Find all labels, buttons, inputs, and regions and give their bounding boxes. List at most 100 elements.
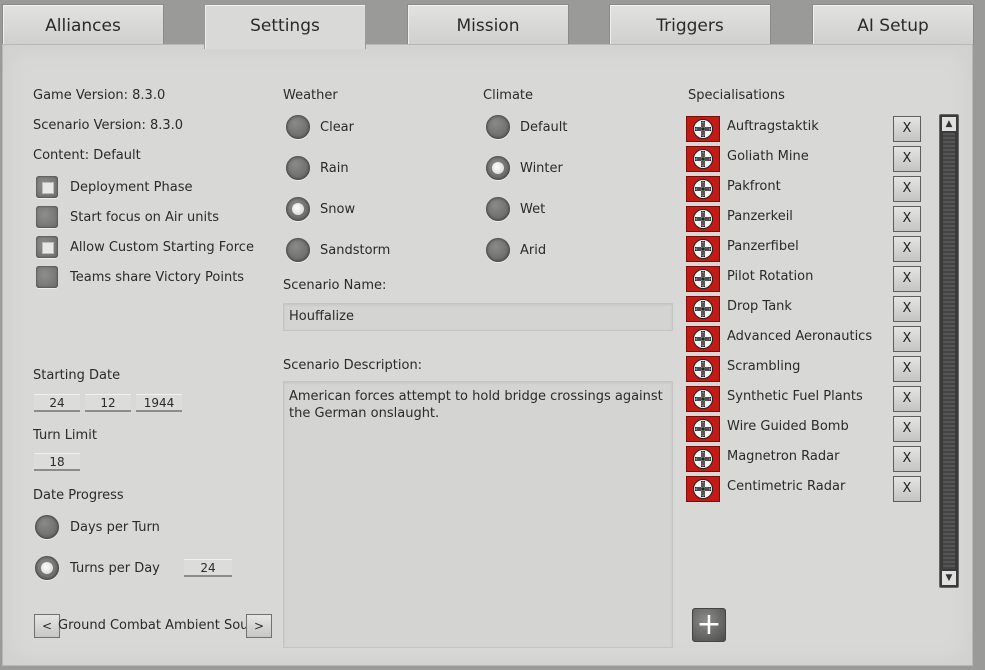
- weather-sandstorm-label: Sandstorm: [320, 243, 391, 258]
- tab-settings[interactable]: Settings: [204, 4, 366, 49]
- teams-share-vp-checkbox[interactable]: [36, 266, 58, 288]
- add-specialisation-button[interactable]: +: [692, 608, 726, 642]
- specialisation-label: Goliath Mine: [727, 149, 809, 164]
- climate-arid-label: Arid: [520, 243, 547, 258]
- balkenkreuz-icon: [686, 176, 720, 202]
- deployment-phase-label: Deployment Phase: [70, 180, 193, 195]
- specialisation-label: Magnetron Radar: [727, 449, 840, 464]
- balkenkreuz-icon: [686, 236, 720, 262]
- specialisation-label: Synthetic Fuel Plants: [727, 389, 863, 404]
- scroll-down-icon[interactable]: ▼: [942, 571, 956, 585]
- turns-per-day-radio[interactable]: [35, 556, 59, 580]
- specialisation-label: Panzerfibel: [727, 239, 799, 254]
- climate-winter-label: Winter: [520, 161, 563, 176]
- weather-rain-radio[interactable]: [286, 156, 310, 180]
- turn-limit-field[interactable]: 18: [34, 453, 80, 471]
- specialisation-label: Wire Guided Bomb: [727, 419, 849, 434]
- remove-specialisation-button[interactable]: X: [893, 146, 921, 172]
- weather-snow-radio[interactable]: [286, 197, 310, 221]
- specialisation-row: Wire Guided Bomb X: [686, 416, 926, 442]
- remove-specialisation-button[interactable]: X: [893, 116, 921, 142]
- balkenkreuz-icon: [686, 356, 720, 382]
- climate-winter-radio[interactable]: [486, 156, 510, 180]
- remove-specialisation-button[interactable]: X: [893, 236, 921, 262]
- balkenkreuz-icon: [686, 416, 720, 442]
- tab-triggers[interactable]: Triggers: [609, 4, 771, 45]
- check-mark-icon: [42, 242, 54, 254]
- weather-clear-label: Clear: [320, 120, 354, 135]
- remove-specialisation-button[interactable]: X: [893, 176, 921, 202]
- balkenkreuz-icon: [686, 266, 720, 292]
- start-month-field[interactable]: 12: [85, 394, 131, 412]
- radio-dot-icon: [292, 203, 304, 215]
- allow-custom-force-checkbox[interactable]: [36, 236, 58, 258]
- tab-ai-setup[interactable]: AI Setup: [812, 4, 974, 45]
- radio-dot-icon: [492, 162, 504, 174]
- tab-mission[interactable]: Mission: [407, 4, 569, 45]
- specialisation-label: Panzerkeil: [727, 209, 793, 224]
- remove-specialisation-button[interactable]: X: [893, 446, 921, 472]
- weather-sandstorm-radio[interactable]: [286, 238, 310, 262]
- start-focus-air-checkbox[interactable]: [36, 206, 58, 228]
- specialisation-label: Drop Tank: [727, 299, 792, 314]
- tab-bar: Alliances Settings Mission Triggers AI S…: [0, 0, 985, 49]
- ambient-next-button[interactable]: >: [246, 614, 272, 638]
- teams-share-vp-label: Teams share Victory Points: [70, 270, 245, 285]
- content-label: Content: Default: [33, 148, 141, 163]
- start-year-field[interactable]: 1944: [136, 394, 182, 412]
- weather-clear-radio[interactable]: [286, 115, 310, 139]
- specialisation-row: Goliath Mine X: [686, 146, 926, 172]
- balkenkreuz-icon: [686, 476, 720, 502]
- specialisation-row: Scrambling X: [686, 356, 926, 382]
- remove-specialisation-button[interactable]: X: [893, 356, 921, 382]
- remove-specialisation-button[interactable]: X: [893, 476, 921, 502]
- start-day-field[interactable]: 24: [34, 394, 80, 412]
- remove-specialisation-button[interactable]: X: [893, 416, 921, 442]
- scenario-description-label: Scenario Description:: [283, 358, 423, 373]
- specialisation-label: Auftragstaktik: [727, 119, 819, 134]
- scenario-name-input[interactable]: Houffalize: [283, 303, 673, 331]
- ambient-prev-button[interactable]: <: [34, 614, 60, 638]
- scroll-up-icon[interactable]: ▲: [942, 117, 956, 131]
- specialisation-row: Centimetric Radar X: [686, 476, 926, 502]
- specialisation-row: Auftragstaktik X: [686, 116, 926, 142]
- specialisation-row: Pakfront X: [686, 176, 926, 202]
- specialisation-row: Synthetic Fuel Plants X: [686, 386, 926, 412]
- scenario-version-label: Scenario Version: 8.3.0: [33, 118, 184, 133]
- specialisations-title: Specialisations: [688, 88, 785, 103]
- check-mark-icon: [42, 182, 54, 194]
- specialisation-row: Panzerkeil X: [686, 206, 926, 232]
- tab-alliances[interactable]: Alliances: [2, 4, 164, 45]
- date-progress-label: Date Progress: [33, 488, 124, 503]
- specialisation-row: Advanced Aeronautics X: [686, 326, 926, 352]
- deployment-phase-checkbox[interactable]: [36, 176, 58, 198]
- climate-wet-radio[interactable]: [486, 197, 510, 221]
- scenario-description-textarea[interactable]: American forces attempt to hold bridge c…: [283, 381, 673, 648]
- scrollbar-thumb[interactable]: [943, 133, 955, 569]
- climate-default-label: Default: [520, 120, 568, 135]
- remove-specialisation-button[interactable]: X: [893, 206, 921, 232]
- specialisation-label: Pilot Rotation: [727, 269, 814, 284]
- scenario-name-value: Houffalize: [289, 309, 354, 324]
- scenario-description-value: American forces attempt to hold bridge c…: [289, 389, 663, 421]
- radio-dot-icon: [41, 562, 53, 574]
- remove-specialisation-button[interactable]: X: [893, 266, 921, 292]
- specialisation-label: Centimetric Radar: [727, 479, 846, 494]
- weather-snow-label: Snow: [320, 202, 356, 217]
- climate-default-radio[interactable]: [486, 115, 510, 139]
- specialisation-label: Advanced Aeronautics: [727, 329, 873, 344]
- remove-specialisation-button[interactable]: X: [893, 296, 921, 322]
- scenario-name-label: Scenario Name:: [283, 278, 387, 293]
- specialisation-row: Drop Tank X: [686, 296, 926, 322]
- climate-arid-radio[interactable]: [486, 238, 510, 262]
- game-version-label: Game Version: 8.3.0: [33, 88, 166, 103]
- balkenkreuz-icon: [686, 326, 720, 352]
- balkenkreuz-icon: [686, 116, 720, 142]
- remove-specialisation-button[interactable]: X: [893, 326, 921, 352]
- weather-title: Weather: [283, 88, 338, 103]
- climate-wet-label: Wet: [520, 202, 546, 217]
- remove-specialisation-button[interactable]: X: [893, 386, 921, 412]
- turns-per-day-field[interactable]: 24: [184, 559, 232, 577]
- specialisations-scrollbar[interactable]: ▲ ▼: [939, 114, 959, 588]
- days-per-turn-radio[interactable]: [35, 515, 59, 539]
